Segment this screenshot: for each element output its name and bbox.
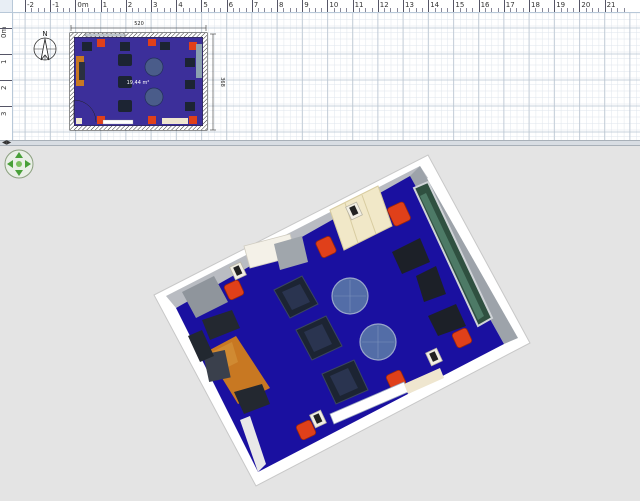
plan-view[interactable]: -2 -1 0m 1 2 3 4 5 6 7 8 9 10 11 12 13 14 15 16 17 18 19 20 21 … (0, 0, 640, 140)
plan-grid[interactable]: N 520 368 19,44 m² (13, 13, 640, 140)
height-dimension: 368 (219, 77, 225, 87)
room-area-label: 19,44 m² (127, 80, 150, 86)
vertical-ruler: 0m 1 2 3 (0, 12, 13, 140)
ruler-tick-label: 0m (77, 1, 89, 9)
glass-table[interactable] (359, 323, 397, 361)
glass-table[interactable] (331, 277, 369, 315)
3d-view[interactable] (0, 146, 640, 501)
width-dimension: 520 (134, 21, 144, 27)
navigation-arrows-icon[interactable] (4, 149, 34, 179)
horizontal-ruler: -2 -1 0m 1 2 3 4 5 6 7 8 9 10 11 12 13 14 15 16 17 18 19 20 21 (0, 0, 640, 13)
ruler-corner (0, 0, 13, 13)
ruler-tick-label: 1 (0, 59, 8, 64)
ruler-tick-label: 3 (0, 111, 8, 116)
ruler-tick-label: 2 (0, 85, 8, 90)
3d-scene[interactable] (0, 146, 640, 501)
compass-icon[interactable]: N (33, 30, 57, 61)
compass-north-label: N (42, 30, 47, 38)
